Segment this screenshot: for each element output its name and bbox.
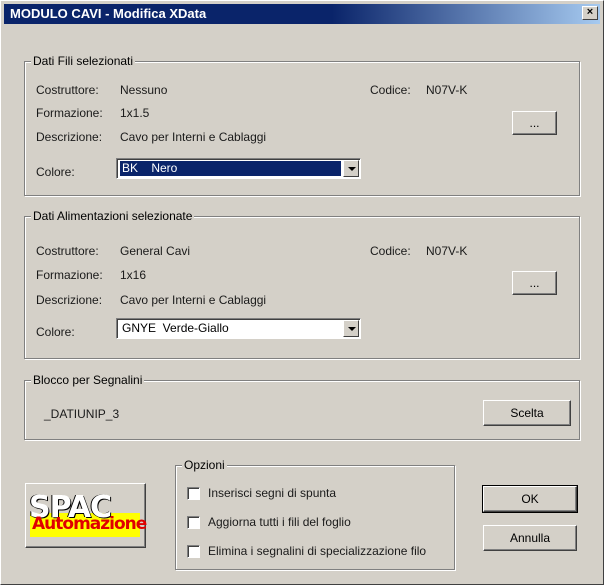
group-segnalini-title: Blocco per Segnalini xyxy=(31,373,145,387)
alim-browse-button[interactable]: ... xyxy=(512,271,557,295)
option-label: Aggiorna tutti i fili del foglio xyxy=(208,515,351,529)
fili-codice-value: N07V-K xyxy=(426,83,468,97)
group-alimentazioni: Dati Alimentazioni selezionate Costrutto… xyxy=(24,209,580,359)
fili-descrizione-value: Cavo per Interni e Cablaggi xyxy=(120,130,267,144)
option-inserisci-segni[interactable]: Inserisci segni di spunta xyxy=(187,486,452,502)
spac-automazione-logo: SPAC Automazione xyxy=(25,483,147,548)
chevron-down-icon[interactable] xyxy=(343,160,359,177)
alim-colore-select[interactable]: GNYE Verde-Giallo xyxy=(116,318,361,339)
alim-codice-label: Codice: xyxy=(370,244,411,258)
checkbox[interactable] xyxy=(187,516,200,529)
fili-colore-selected: BK Nero xyxy=(120,161,341,176)
alim-colore-label: Colore: xyxy=(36,325,75,339)
logo-automazione-text: Automazione xyxy=(32,514,147,534)
segnalini-block-name: _DATIUNIP_3 xyxy=(44,407,120,421)
group-segnalini: Blocco per Segnalini _DATIUNIP_3 Scelta xyxy=(24,373,580,440)
fili-codice-label: Codice: xyxy=(370,83,411,97)
fili-costruttore-label: Costruttore: xyxy=(36,83,99,97)
close-button[interactable]: × xyxy=(582,6,598,20)
fili-descrizione-label: Descrizione: xyxy=(36,130,103,144)
checkbox[interactable] xyxy=(187,545,200,558)
annulla-button[interactable]: Annulla xyxy=(483,525,577,551)
fili-formazione-label: Formazione: xyxy=(36,106,103,120)
dialog-window: MODULO CAVI - Modifica XData × Dati Fili… xyxy=(0,0,604,585)
alim-formazione-value: 1x16 xyxy=(120,268,147,282)
title-bar[interactable]: MODULO CAVI - Modifica XData × xyxy=(4,4,600,24)
fili-browse-button[interactable]: ... xyxy=(512,111,557,135)
option-label: Elimina i segnalini di specializzazione … xyxy=(208,544,427,558)
alim-descrizione-label: Descrizione: xyxy=(36,293,103,307)
ok-button[interactable]: OK xyxy=(482,485,578,513)
alim-formazione-label: Formazione: xyxy=(36,268,103,282)
chevron-down-icon[interactable] xyxy=(343,320,359,337)
alim-codice-value: N07V-K xyxy=(426,244,468,258)
group-opzioni: Opzioni Inserisci segni di spunta Aggior… xyxy=(175,458,455,570)
alim-colore-selected: GNYE Verde-Giallo xyxy=(122,321,229,335)
window-title: MODULO CAVI - Modifica XData xyxy=(10,6,207,21)
fili-formazione-value: 1x1.5 xyxy=(120,106,150,120)
group-fili-title: Dati Fili selezionati xyxy=(31,54,136,68)
alim-costruttore-label: Costruttore: xyxy=(36,244,99,258)
fili-colore-select[interactable]: BK Nero xyxy=(116,158,361,179)
close-icon: × xyxy=(586,6,594,18)
group-opzioni-title: Opzioni xyxy=(182,458,227,472)
option-aggiorna-fili[interactable]: Aggiorna tutti i fili del foglio xyxy=(187,515,452,531)
scelta-button[interactable]: Scelta xyxy=(483,400,571,426)
alim-costruttore-value: General Cavi xyxy=(120,244,191,258)
option-label: Inserisci segni di spunta xyxy=(208,486,337,500)
alim-descrizione-value: Cavo per Interni e Cablaggi xyxy=(120,293,267,307)
option-elimina-segnalini[interactable]: Elimina i segnalini di specializzazione … xyxy=(187,544,452,560)
group-fili: Dati Fili selezionati Costruttore: Nessu… xyxy=(24,54,580,196)
checkbox[interactable] xyxy=(187,487,200,500)
fili-colore-label: Colore: xyxy=(36,165,75,179)
group-alimentazioni-title: Dati Alimentazioni selezionate xyxy=(31,209,195,223)
fili-costruttore-value: Nessuno xyxy=(120,83,168,97)
